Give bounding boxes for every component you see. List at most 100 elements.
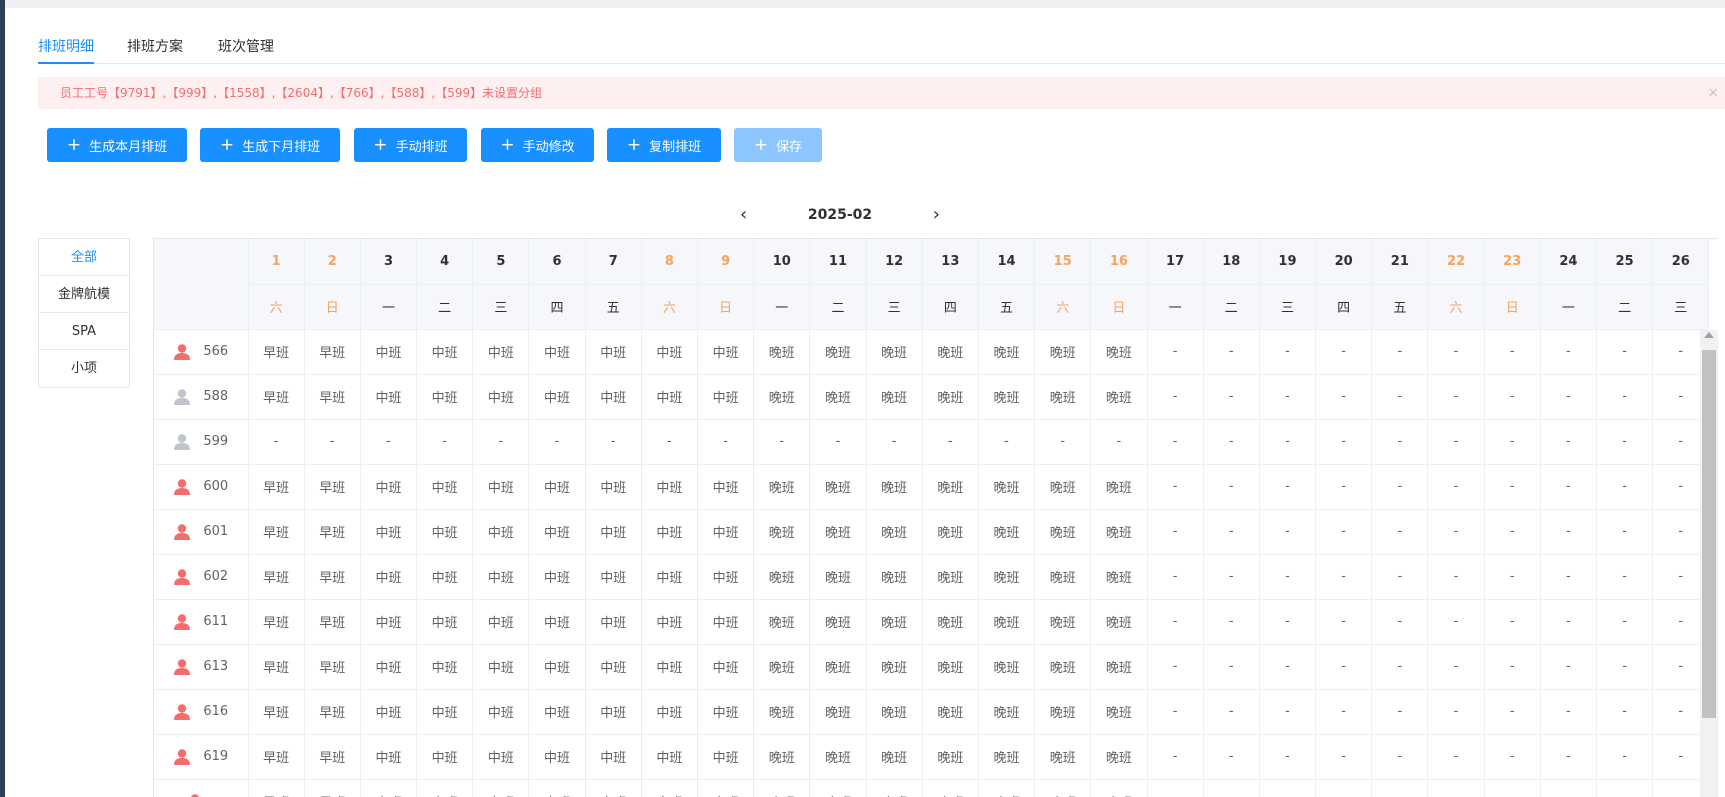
shift-cell[interactable]: 中班 (585, 689, 642, 735)
shift-cell[interactable]: 晚班 (978, 644, 1036, 690)
shift-cell[interactable]: 早班 (304, 374, 361, 420)
shift-cell[interactable]: 晚班 (809, 779, 867, 797)
shift-cell[interactable]: 晚班 (1090, 734, 1148, 780)
shift-cell[interactable]: 中班 (641, 599, 699, 645)
shift-cell[interactable]: 晚班 (978, 554, 1036, 600)
shift-cell[interactable]: 中班 (472, 509, 530, 555)
shift-cell[interactable]: - (1259, 599, 1317, 645)
shift-cell[interactable]: 中班 (585, 509, 642, 555)
shift-cell[interactable]: 中班 (360, 734, 418, 780)
shift-cell[interactable]: - (1596, 329, 1654, 375)
shift-cell[interactable]: 晚班 (1090, 509, 1148, 555)
shift-cell[interactable]: - (1259, 779, 1317, 797)
shift-cell[interactable]: 中班 (416, 374, 474, 420)
shift-cell[interactable]: 晚班 (1090, 644, 1148, 690)
copy-schedule-button[interactable]: + 复制排班 (607, 128, 721, 162)
shift-cell[interactable]: 早班 (304, 599, 361, 645)
shift-cell[interactable]: - (1315, 419, 1373, 465)
shift-cell[interactable]: 中班 (472, 599, 530, 645)
shift-cell[interactable]: - (1371, 779, 1429, 797)
shift-cell[interactable]: 晚班 (922, 644, 979, 690)
shift-cell[interactable]: 晚班 (922, 734, 979, 780)
shift-cell[interactable]: - (1259, 419, 1317, 465)
shift-cell[interactable]: 中班 (528, 734, 586, 780)
shift-cell[interactable]: 早班 (248, 599, 305, 645)
shift-cell[interactable]: - (1540, 779, 1598, 797)
shift-cell[interactable]: 晚班 (1034, 554, 1092, 600)
generate-next-month-button[interactable]: + 生成下月排班 (200, 128, 340, 162)
shift-cell[interactable]: - (1484, 374, 1541, 420)
shift-cell[interactable]: 晚班 (1034, 329, 1092, 375)
shift-cell[interactable]: 早班 (248, 554, 305, 600)
shift-cell[interactable]: 晚班 (978, 509, 1036, 555)
shift-cell[interactable]: - (1427, 329, 1485, 375)
shift-cell[interactable]: 晚班 (753, 374, 811, 420)
shift-cell[interactable]: 中班 (360, 374, 418, 420)
shift-cell[interactable]: 早班 (304, 554, 361, 600)
shift-cell[interactable]: - (1596, 419, 1654, 465)
shift-cell[interactable]: 晚班 (809, 734, 867, 780)
shift-cell[interactable]: 中班 (697, 554, 755, 600)
shift-cell[interactable]: 中班 (360, 464, 418, 510)
shift-cell[interactable]: 晚班 (922, 689, 979, 735)
shift-cell[interactable]: 晚班 (809, 644, 867, 690)
shift-cell[interactable]: - (1259, 734, 1317, 780)
shift-cell[interactable]: 晚班 (809, 464, 867, 510)
shift-cell[interactable]: 中班 (416, 644, 474, 690)
shift-cell[interactable]: 早班 (248, 779, 305, 797)
shift-cell[interactable]: 晚班 (1034, 779, 1092, 797)
shift-cell[interactable]: 中班 (641, 464, 699, 510)
shift-cell[interactable]: 晚班 (922, 599, 979, 645)
shift-cell[interactable]: 晚班 (922, 329, 979, 375)
shift-cell[interactable]: - (1203, 689, 1260, 735)
shift-cell[interactable]: - (1427, 734, 1485, 780)
shift-cell[interactable]: 晚班 (753, 464, 811, 510)
shift-cell[interactable]: 中班 (472, 554, 530, 600)
shift-cell[interactable]: - (472, 419, 530, 465)
shift-cell[interactable]: 晚班 (753, 599, 811, 645)
shift-cell[interactable]: - (1147, 509, 1204, 555)
shift-cell[interactable]: 中班 (416, 689, 474, 735)
shift-cell[interactable]: - (1484, 644, 1541, 690)
shift-cell[interactable]: - (1147, 464, 1204, 510)
shift-cell[interactable]: 中班 (360, 599, 418, 645)
shift-cell[interactable]: - (1427, 689, 1485, 735)
shift-cell[interactable]: - (1596, 599, 1654, 645)
shift-cell[interactable]: 中班 (528, 509, 586, 555)
shift-cell[interactable]: 中班 (697, 734, 755, 780)
shift-cell[interactable]: 晚班 (753, 509, 811, 555)
shift-cell[interactable]: 中班 (360, 689, 418, 735)
shift-cell[interactable]: 早班 (304, 644, 361, 690)
shift-cell[interactable]: 晚班 (866, 689, 923, 735)
shift-cell[interactable]: 晚班 (978, 329, 1036, 375)
shift-cell[interactable]: - (1203, 779, 1260, 797)
shift-cell[interactable]: 晚班 (1090, 689, 1148, 735)
shift-cell[interactable]: - (1259, 644, 1317, 690)
shift-cell[interactable]: - (1427, 509, 1485, 555)
shift-cell[interactable]: 中班 (472, 644, 530, 690)
group-item-all[interactable]: 全部 (39, 239, 129, 276)
shift-cell[interactable]: 中班 (360, 329, 418, 375)
shift-cell[interactable]: 中班 (416, 554, 474, 600)
shift-cell[interactable]: 晚班 (922, 554, 979, 600)
shift-cell[interactable]: 中班 (472, 329, 530, 375)
shift-cell[interactable]: 中班 (528, 689, 586, 735)
shift-cell[interactable]: 中班 (585, 779, 642, 797)
shift-cell[interactable]: - (1090, 419, 1148, 465)
shift-cell[interactable]: - (1147, 419, 1204, 465)
manual-schedule-button[interactable]: + 手动排班 (354, 128, 467, 162)
shift-cell[interactable]: - (528, 419, 586, 465)
shift-cell[interactable]: 中班 (697, 329, 755, 375)
shift-cell[interactable]: - (1147, 374, 1204, 420)
shift-cell[interactable]: 中班 (416, 464, 474, 510)
shift-cell[interactable]: 晚班 (753, 554, 811, 600)
shift-cell[interactable]: - (978, 419, 1036, 465)
shift-cell[interactable]: 晚班 (1034, 464, 1092, 510)
tab-shift-management[interactable]: 班次管理 (218, 36, 274, 64)
shift-cell[interactable]: 中班 (416, 779, 474, 797)
shift-cell[interactable]: 早班 (248, 509, 305, 555)
group-item-gold-model[interactable]: 金牌航模 (39, 276, 129, 313)
shift-cell[interactable]: - (1147, 644, 1204, 690)
shift-cell[interactable]: 早班 (248, 464, 305, 510)
chevron-right-icon[interactable]: › (933, 204, 940, 225)
